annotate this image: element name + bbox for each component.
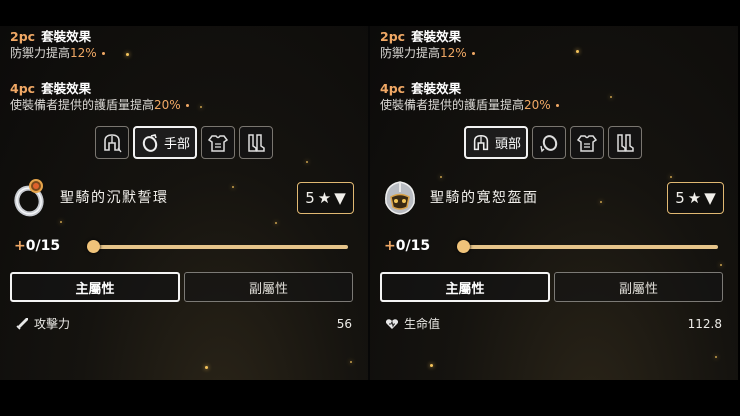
set-bonus-4pc-desc: 使裝備者提供的護盾量提高20% bbox=[10, 96, 189, 113]
chest-armor-icon bbox=[207, 134, 229, 152]
helmet-icon bbox=[473, 134, 489, 150]
star-icon: ★ bbox=[687, 189, 702, 207]
bottom-letterbox bbox=[0, 380, 740, 416]
set-bonus-2pc-desc: 防禦力提高12% bbox=[10, 44, 105, 61]
item-name: 聖騎的沉默誓環 bbox=[60, 190, 169, 206]
boots-icon bbox=[248, 133, 265, 152]
helmet-icon bbox=[380, 177, 420, 217]
slot-tab-feet[interactable] bbox=[608, 126, 643, 159]
set-bonus-4pc-desc: 使裝備者提供的護盾量提高20% bbox=[380, 96, 559, 113]
sparkle bbox=[600, 201, 602, 203]
equipment-slot-tabs: 手部 bbox=[95, 126, 274, 159]
stat-name: 攻擊力 bbox=[34, 317, 71, 331]
sparkle bbox=[306, 161, 308, 163]
item-header: 聖騎的沉默誓環 bbox=[10, 177, 169, 217]
dropdown-arrow-icon: ▼ bbox=[704, 189, 716, 207]
level-readout: +0/15 bbox=[384, 238, 431, 254]
dropdown-arrow-icon: ▼ bbox=[334, 189, 346, 207]
main-stat-row: 攻擊力 56 bbox=[14, 315, 352, 332]
level-slider-track[interactable] bbox=[460, 245, 718, 249]
sparkle bbox=[720, 264, 722, 266]
level-slider-track[interactable] bbox=[90, 245, 348, 249]
level-slider-handle[interactable] bbox=[87, 240, 100, 253]
slot-tab-body[interactable] bbox=[570, 126, 605, 159]
sparkle bbox=[670, 176, 672, 178]
tab-sub-stat[interactable]: 副屬性 bbox=[554, 272, 723, 302]
sparkle bbox=[430, 364, 433, 367]
ring-icon bbox=[142, 133, 158, 152]
sparkle bbox=[126, 53, 129, 56]
set-bonus-2pc-title: 2pc 套裝效果 bbox=[380, 29, 462, 44]
sparkle bbox=[610, 96, 612, 98]
sparkle bbox=[715, 356, 717, 358]
stat-name: 生命值 bbox=[404, 317, 441, 331]
star-count: 5 bbox=[675, 189, 685, 207]
slot-tab-feet[interactable] bbox=[239, 126, 274, 159]
slot-tab-head[interactable] bbox=[95, 126, 129, 159]
stat-value: 112.8 bbox=[687, 316, 722, 331]
slot-tab-label: 頭部 bbox=[495, 137, 522, 152]
equipment-slot-tabs: 頭部 bbox=[464, 126, 643, 159]
boots-icon bbox=[617, 133, 634, 152]
top-letterbox bbox=[0, 0, 740, 26]
star-rarity-dropdown[interactable]: 5 ★ ▼ bbox=[667, 182, 724, 214]
sword-icon bbox=[14, 316, 29, 331]
star-rarity-dropdown[interactable]: 5 ★ ▼ bbox=[297, 182, 354, 214]
sparkle bbox=[576, 50, 579, 53]
sparkle bbox=[350, 361, 352, 363]
slot-tab-label: 手部 bbox=[164, 137, 191, 152]
ring-icon bbox=[10, 177, 50, 217]
slot-tab-hand[interactable] bbox=[532, 126, 567, 159]
stat-value: 56 bbox=[336, 316, 352, 331]
tab-main-stat[interactable]: 主屬性 bbox=[380, 272, 550, 302]
tab-main-stat[interactable]: 主屬性 bbox=[10, 272, 180, 302]
sparkle bbox=[232, 186, 234, 188]
equipment-panel-right: 2pc 套裝效果 防禦力提高12% 4pc 套裝效果 使裝備者提供的護盾量提高20%… bbox=[370, 26, 738, 380]
equipment-panel-left: 2pc 套裝效果 防禦力提高12% 4pc 套裝效果 使裝備者提供的護盾量提高20%… bbox=[0, 26, 368, 380]
main-stat-row: 生命值 112.8 bbox=[384, 315, 722, 332]
star-count: 5 bbox=[305, 189, 315, 207]
ring-icon bbox=[540, 134, 558, 152]
heart-icon bbox=[384, 316, 399, 331]
sparkle bbox=[275, 222, 277, 224]
set-bonus-4pc-title: 4pc 套裝效果 bbox=[380, 81, 462, 96]
sparkle bbox=[205, 366, 208, 369]
star-icon: ★ bbox=[317, 189, 332, 207]
item-header: 聖騎的寬恕盔面 bbox=[380, 177, 539, 217]
set-bonus-2pc-desc: 防禦力提高12% bbox=[380, 44, 475, 61]
slot-tab-hand[interactable]: 手部 bbox=[133, 126, 198, 159]
sparkle bbox=[60, 221, 62, 223]
tab-sub-stat[interactable]: 副屬性 bbox=[184, 272, 353, 302]
level-readout: +0/15 bbox=[14, 238, 61, 254]
set-bonus-2pc-title: 2pc 套裝效果 bbox=[10, 29, 92, 44]
level-slider-handle[interactable] bbox=[457, 240, 470, 253]
slot-tab-head[interactable]: 頭部 bbox=[464, 126, 529, 159]
helmet-icon bbox=[104, 133, 122, 152]
set-bonus-4pc-title: 4pc 套裝效果 bbox=[10, 81, 92, 96]
slot-tab-body[interactable] bbox=[201, 126, 236, 159]
item-name: 聖騎的寬恕盔面 bbox=[430, 190, 539, 206]
sparkle bbox=[200, 106, 202, 108]
chest-armor-icon bbox=[576, 134, 598, 152]
